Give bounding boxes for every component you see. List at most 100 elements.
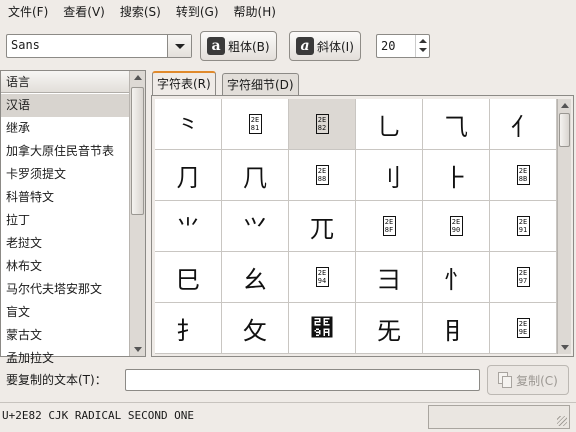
italic-icon: a — [296, 37, 314, 55]
missing-glyph-box: 2E 90 — [449, 216, 463, 236]
character-cell[interactable]: 2E 88 — [289, 150, 356, 201]
hex-digits: 2E — [518, 218, 528, 226]
character-glyph: ⺖ — [444, 265, 468, 294]
character-cell[interactable]: ⺚ — [289, 303, 356, 354]
character-cell[interactable]: ⺆ — [155, 150, 222, 201]
character-cell[interactable]: 2E 97 — [490, 252, 557, 303]
character-glyph: ⺀ — [176, 112, 200, 141]
spinner-arrows — [415, 35, 429, 57]
character-cell[interactable]: ⺉ — [356, 150, 423, 201]
language-item[interactable]: 继承 — [1, 117, 129, 140]
character-glyph: ⺓ — [243, 265, 267, 294]
language-column-header[interactable]: 语言 — [1, 71, 129, 93]
character-cell[interactable]: ⺅ — [490, 99, 557, 150]
bold-button[interactable]: a 粗体(B) — [200, 31, 277, 61]
character-cell[interactable]: ⺎ — [289, 201, 356, 252]
language-item[interactable]: 加拿大原住民音节表 — [1, 140, 129, 163]
italic-button[interactable]: a 斜体(I) — [289, 31, 361, 61]
language-item[interactable]: 拉丁 — [1, 209, 129, 232]
language-item[interactable]: 盲文 — [1, 301, 129, 324]
language-item[interactable]: 孟加拉文 — [1, 347, 129, 370]
resize-grip-icon[interactable] — [557, 416, 567, 426]
character-glyph: ⺍ — [243, 214, 267, 243]
scroll-up-icon[interactable] — [561, 103, 569, 108]
character-cell[interactable]: 2E 90 — [423, 201, 490, 252]
status-panel — [428, 405, 570, 429]
hex-digits: 82 — [317, 124, 327, 132]
character-cell[interactable]: ⺇ — [222, 150, 289, 201]
scroll-thumb[interactable] — [559, 113, 570, 147]
hex-digits: 8B — [518, 175, 528, 183]
character-cell[interactable]: 2E 82 — [289, 99, 356, 150]
character-cell[interactable]: ⺕ — [356, 252, 423, 303]
character-cell[interactable]: 2E 94 — [289, 252, 356, 303]
copy-icon — [498, 372, 513, 388]
character-cell[interactable]: 2E 8F — [356, 201, 423, 252]
character-glyph: ⺄ — [444, 112, 468, 141]
spin-up-icon[interactable] — [419, 39, 427, 43]
character-cell[interactable]: ⺛ — [356, 303, 423, 354]
language-item[interactable]: 科普特文 — [1, 186, 129, 209]
status-text: U+2E82 CJK RADICAL SECOND ONE — [2, 409, 195, 422]
character-cell[interactable]: ⺃ — [356, 99, 423, 150]
character-cell[interactable]: ⺖ — [423, 252, 490, 303]
character-cell[interactable]: ⺊ — [423, 150, 490, 201]
character-cell[interactable]: ⺀ — [155, 99, 222, 150]
character-cell[interactable]: ⺓ — [222, 252, 289, 303]
menu-view[interactable]: 查看(V) — [59, 0, 109, 24]
copy-text-input[interactable] — [125, 369, 480, 391]
tab-character-details[interactable]: 字符细节(D) — [222, 73, 299, 95]
scroll-down-icon[interactable] — [561, 345, 569, 350]
hex-digits: 2E — [518, 320, 528, 328]
hex-digits: 2E — [518, 269, 528, 277]
hex-digits: 2E — [317, 167, 327, 175]
hex-digits: 2E — [317, 116, 327, 124]
language-item[interactable]: 汉语 — [1, 94, 129, 117]
language-item[interactable]: 马尔代夫塔安那文 — [1, 278, 129, 301]
character-cell[interactable]: ⺄ — [423, 99, 490, 150]
font-size-spinner[interactable]: 20 — [376, 34, 430, 58]
character-cell[interactable]: ⺍ — [222, 201, 289, 252]
language-scrollbar[interactable] — [129, 71, 145, 356]
copy-text-label: 要复制的文本(T)： — [6, 373, 107, 387]
character-glyph: ⺇ — [243, 163, 267, 192]
character-cell[interactable]: ⺙ — [222, 303, 289, 354]
scroll-up-icon[interactable] — [134, 75, 142, 80]
missing-glyph-box: 2E 97 — [516, 267, 530, 287]
character-cell[interactable]: 2E 81 — [222, 99, 289, 150]
missing-glyph-box: 2E 8B — [516, 165, 530, 185]
language-item[interactable]: 卡罗须提文 — [1, 163, 129, 186]
character-cell[interactable]: ⺌ — [155, 201, 222, 252]
chevron-down-icon[interactable] — [167, 35, 191, 57]
font-size-value: 20 — [381, 39, 396, 53]
scroll-thumb[interactable] — [131, 87, 144, 215]
menu-file[interactable]: 文件(F) — [4, 0, 52, 24]
language-item[interactable]: 林布文 — [1, 255, 129, 278]
menu-help[interactable]: 帮助(H) — [230, 0, 280, 24]
character-cell[interactable]: ⺝ — [423, 303, 490, 354]
missing-glyph-box: 2E 81 — [248, 114, 262, 134]
character-glyph: ⺕ — [377, 265, 401, 294]
missing-glyph-box: 2E 82 — [315, 114, 329, 134]
hex-digits: 2E — [518, 167, 528, 175]
character-cell[interactable]: 2E 8B — [490, 150, 557, 201]
spin-down-icon[interactable] — [419, 48, 427, 52]
language-item[interactable]: 蒙古文 — [1, 324, 129, 347]
character-cell[interactable]: 2E 9E — [490, 303, 557, 354]
hex-digits: 91 — [518, 226, 528, 234]
character-glyph: ⺒ — [176, 265, 200, 294]
character-cell[interactable]: ⺒ — [155, 252, 222, 303]
language-item[interactable]: 老挝文 — [1, 232, 129, 255]
font-family-select[interactable]: Sans — [6, 34, 192, 58]
character-cell[interactable]: ⺘ — [155, 303, 222, 354]
grid-scrollbar[interactable] — [557, 99, 571, 354]
menu-goto[interactable]: 转到(G) — [172, 0, 223, 24]
tab-character-table[interactable]: 字符表(R) — [152, 71, 216, 96]
character-grid[interactable]: ⺀ 2E 81 2E 82 ⺃⺄⺅⺆⺇ 2E 88 ⺉⺊ 2E 8B ⺌⺍⺎ 2E 8F 2E 90 2E 91 ⺒… — [155, 99, 557, 354]
copy-button[interactable]: 复制(C) — [487, 365, 569, 395]
character-glyph: ⺌ — [176, 214, 200, 243]
status-divider — [0, 402, 576, 403]
menu-search[interactable]: 搜索(S) — [116, 0, 165, 24]
scroll-down-icon[interactable] — [134, 347, 142, 352]
character-cell[interactable]: 2E 91 — [490, 201, 557, 252]
